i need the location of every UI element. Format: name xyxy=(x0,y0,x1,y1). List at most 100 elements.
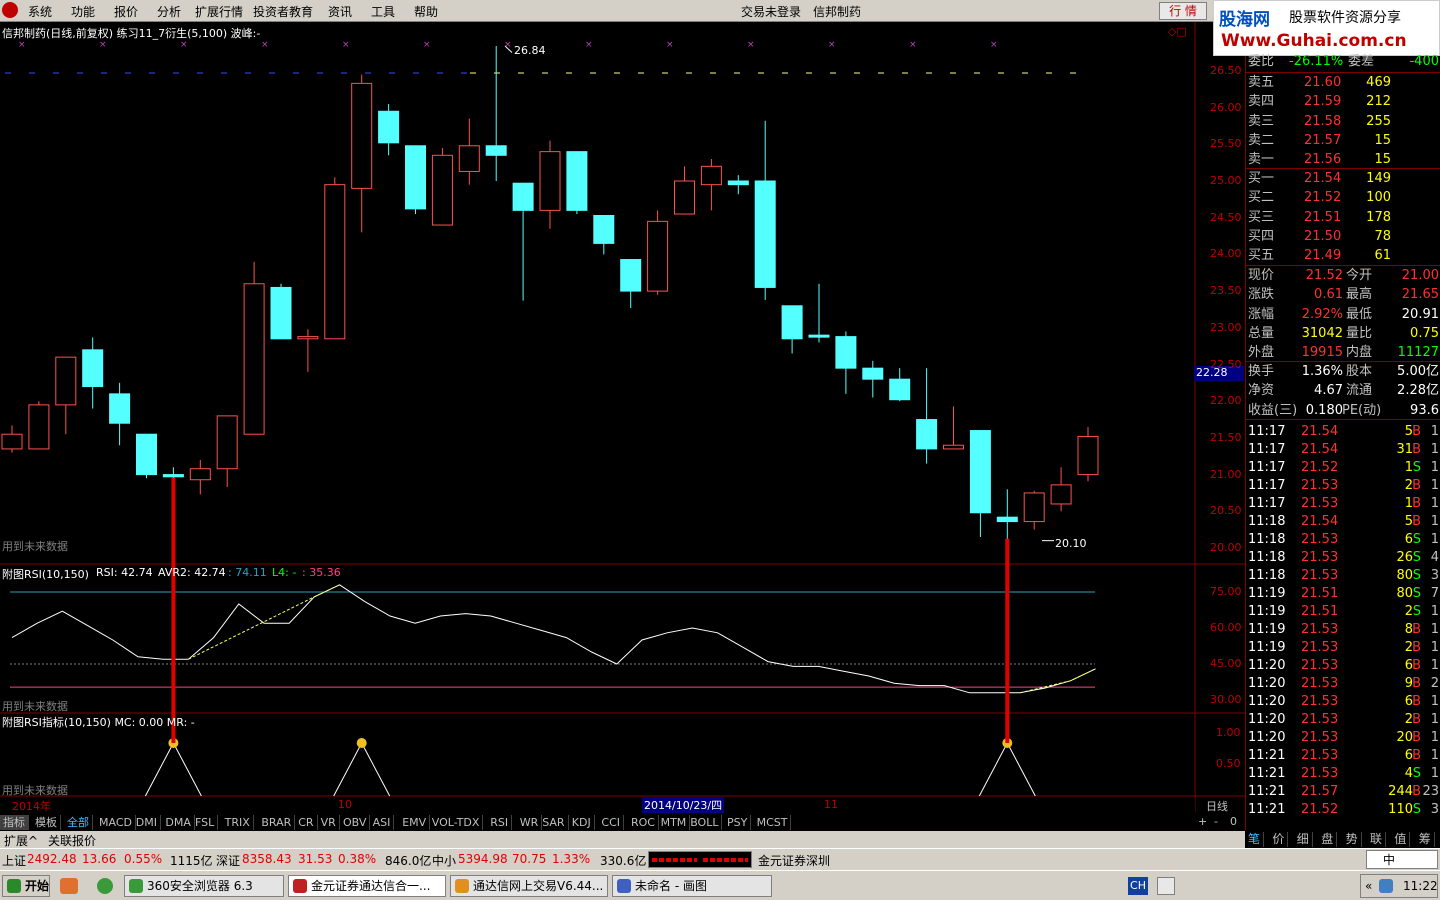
tick-row: 11:18 21.54 5 B 1 xyxy=(1246,512,1440,531)
rsi-l4-value: L4: - xyxy=(272,566,297,579)
expand-button[interactable]: 扩展^ xyxy=(4,832,38,849)
tick-price: 21.52 xyxy=(1301,802,1339,817)
tick-price: 21.51 xyxy=(1301,604,1339,619)
task-tdx-main-label: 金元证券通达信合一... xyxy=(311,879,431,893)
related-quote-button[interactable]: 关联报价 xyxy=(48,832,96,849)
network-icon[interactable] xyxy=(1379,879,1393,893)
tick-side: S xyxy=(1412,604,1421,619)
indicator-tab-vr[interactable]: VR xyxy=(318,815,340,830)
indicator-tab-cr[interactable]: CR xyxy=(295,815,318,830)
stat-value: 19915 xyxy=(1301,345,1343,361)
candle-body xyxy=(566,151,588,211)
indicator-tab-mcst[interactable]: MCST xyxy=(754,815,792,830)
indicator-tab-kdj[interactable]: KDJ xyxy=(569,815,595,830)
sh-index-label: 上证 xyxy=(2,854,27,868)
tab-remove-button[interactable]: - xyxy=(1214,815,1218,828)
app-logo-icon xyxy=(2,2,18,18)
menu-item-education[interactable]: 投资者教育 xyxy=(253,3,313,20)
tick-row: 11:20 21.53 20 B 1 xyxy=(1246,728,1440,747)
weibi-value: -26.11% xyxy=(1289,54,1344,69)
quote-tab-2[interactable]: 细 xyxy=(1294,832,1313,847)
chart-window-icon[interactable]: ◇□ xyxy=(1168,25,1187,38)
tick-side: S xyxy=(1412,586,1421,601)
quote-button[interactable]: 行 情 xyxy=(1159,2,1207,20)
login-status[interactable]: 交易未登录 xyxy=(741,3,801,20)
buy-price: 21.50 xyxy=(1304,228,1342,244)
quote-tab-7[interactable]: 筹 xyxy=(1416,832,1435,847)
quote-tab-0[interactable]: 笔 xyxy=(1245,832,1265,847)
indicator-tab-brar[interactable]: BRAR xyxy=(258,815,296,830)
date-axis-year: 2014年 xyxy=(12,800,51,813)
task-paint[interactable]: 未命名 - 画图 xyxy=(612,875,772,897)
candle-body xyxy=(539,151,561,211)
menu-item-system[interactable]: 系统 xyxy=(28,3,52,20)
indicator-tab-dmi[interactable]: DMI xyxy=(133,815,162,830)
buy-volume: 61 xyxy=(1374,248,1391,264)
period-label[interactable]: 日线 xyxy=(1206,798,1228,814)
indicator-tab-psy[interactable]: PSY xyxy=(724,815,752,830)
clock: 11:22 xyxy=(1403,879,1438,893)
candle-body xyxy=(485,145,507,156)
indicator-tab-roc[interactable]: ROC xyxy=(628,815,659,830)
ime-indicator[interactable]: 中 xyxy=(1366,850,1438,869)
menu-item-function[interactable]: 功能 xyxy=(71,3,95,20)
indicator-tab-指标[interactable]: 指标 xyxy=(0,815,29,830)
tab-reset-button[interactable]: 0 xyxy=(1230,815,1237,828)
stat-value: 21.52 xyxy=(1305,268,1343,283)
candle-body xyxy=(1050,484,1072,505)
quote-tab-6[interactable]: 值 xyxy=(1391,832,1411,847)
indicator-tab-emv[interactable]: EMV xyxy=(399,815,431,830)
browser-quicklaunch-icon[interactable] xyxy=(97,878,113,894)
indicator-tab-模板[interactable]: 模板 xyxy=(32,815,61,830)
tick-row: 11:21 21.53 4 S 1 xyxy=(1246,764,1440,783)
tab-add-button[interactable]: + xyxy=(1198,815,1207,828)
sell-price: 21.58 xyxy=(1304,113,1342,129)
indicator-tab-sar[interactable]: SAR xyxy=(539,815,569,830)
indicator-tab-cci[interactable]: CCI xyxy=(598,815,624,830)
indicator-tab-rsi[interactable]: RSI xyxy=(487,815,513,830)
indicator-tab-asi[interactable]: ASI xyxy=(370,815,395,830)
task-tdx-main[interactable]: 金元证券通达信合一... xyxy=(288,875,446,897)
price-axis-label: 23.00 xyxy=(1210,320,1242,334)
tick-row: 11:19 21.53 2 B 1 xyxy=(1246,638,1440,657)
quicklaunch-app-icon[interactable] xyxy=(60,878,78,894)
menu-item-tools[interactable]: 工具 xyxy=(371,3,395,20)
indicator-tab-boll[interactable]: BOLL xyxy=(687,815,723,830)
tick-time: 11:18 xyxy=(1248,532,1286,547)
indicator-tab-vol-tdx[interactable]: VOL-TDX xyxy=(429,815,484,830)
task-tdx-trade-label: 通达信网上交易V6.44... xyxy=(473,879,604,893)
indicator-tab-macd[interactable]: MACD xyxy=(96,815,136,830)
tick-count: 3 xyxy=(1430,802,1439,817)
tick-count: 4 xyxy=(1430,550,1439,565)
quote-tab-3[interactable]: 盘 xyxy=(1318,832,1338,847)
tray-expand-icon[interactable]: « xyxy=(1365,879,1372,893)
indicator-tab-obv[interactable]: OBV xyxy=(340,815,371,830)
task-tdx-trade[interactable]: 通达信网上交易V6.44... xyxy=(450,875,608,897)
indicator-tab-dma[interactable]: DMA xyxy=(162,815,195,830)
quote-panel: 委比 -26.11% 委差 -400 卖五 21.60 469 卖四 21.59 212 卖三 21.… xyxy=(1245,54,1440,830)
tick-row: 11:17 21.54 5 B 1 xyxy=(1246,422,1440,441)
quote-tab-4[interactable]: 势 xyxy=(1343,832,1362,847)
task-browser[interactable]: 360安全浏览器 6.3 xyxy=(124,875,284,897)
kline-chart[interactable]: × × × × × × × × × × × × × xyxy=(0,22,1245,812)
ime-tray-icon[interactable] xyxy=(1157,877,1175,895)
indicator-tab-mtm[interactable]: MTM xyxy=(658,815,691,830)
start-button[interactable]: 开始 xyxy=(2,875,50,897)
buy-volume: 149 xyxy=(1366,171,1391,186)
indicator-tab-fsl[interactable]: FSL xyxy=(192,815,219,830)
quote-tab-5[interactable]: 联 xyxy=(1367,832,1387,847)
buy-volume: 78 xyxy=(1374,228,1391,244)
language-indicator[interactable]: CH xyxy=(1128,877,1148,895)
indicator-tab-全部[interactable]: 全部 xyxy=(64,815,93,830)
menu-item-help[interactable]: 帮助 xyxy=(414,3,438,20)
menu-item-analysis[interactable]: 分析 xyxy=(157,3,181,20)
fund-value: 5.00亿 xyxy=(1397,364,1439,379)
menu-item-quote[interactable]: 报价 xyxy=(114,3,138,20)
sz-index-pct: 0.38% xyxy=(338,852,377,866)
indicator-tab-trix[interactable]: TRIX xyxy=(222,815,254,830)
candle-body xyxy=(593,214,615,244)
menu-item-extended[interactable]: 扩展行情 xyxy=(195,3,243,20)
quote-tab-1[interactable]: 价 xyxy=(1269,832,1289,847)
menu-item-news[interactable]: 资讯 xyxy=(328,3,352,20)
candle-body xyxy=(1077,435,1099,476)
